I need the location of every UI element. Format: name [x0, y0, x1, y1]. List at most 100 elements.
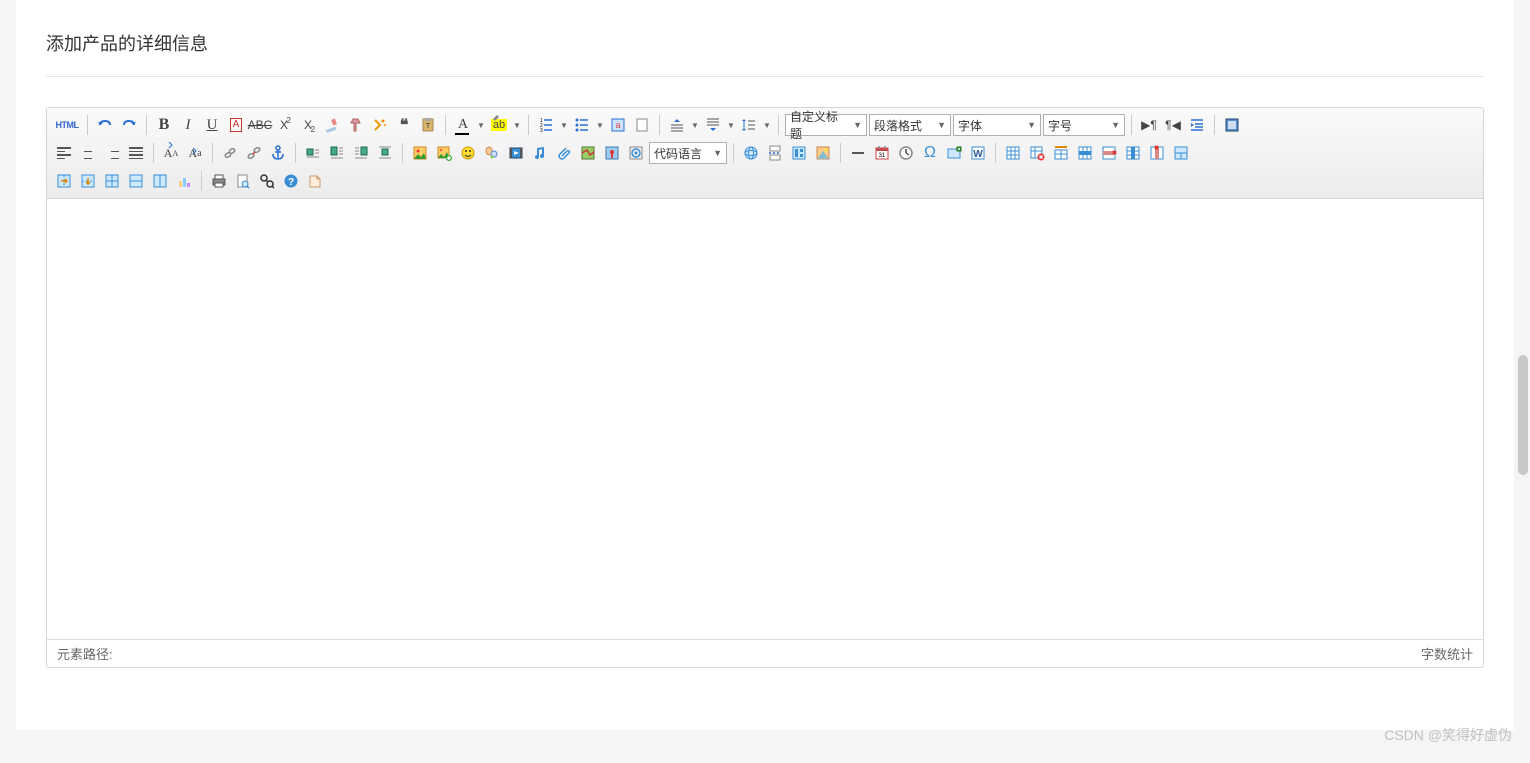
separator [778, 115, 779, 135]
scrollbar-thumb[interactable] [1518, 355, 1528, 475]
customstyle-select[interactable]: 自定义标题▼ [785, 114, 867, 136]
insertparagraphbeforetable-button[interactable] [1050, 142, 1072, 164]
underline-button[interactable]: U [201, 114, 223, 136]
print-button[interactable] [208, 170, 230, 192]
anchor-button[interactable] [267, 142, 289, 164]
simpleupload-button[interactable] [409, 142, 431, 164]
orderedlist-arrow[interactable]: ▼ [559, 121, 569, 130]
insertcol-button[interactable] [1122, 142, 1144, 164]
word-count-label[interactable]: 字数统计 [1421, 644, 1473, 663]
fontfamily-select[interactable]: 字体▼ [953, 114, 1041, 136]
fontborder-button[interactable]: A [225, 114, 247, 136]
undo-button[interactable] [94, 114, 116, 136]
unlink-button[interactable] [243, 142, 265, 164]
forecolor-arrow[interactable]: ▼ [476, 121, 486, 130]
help-button[interactable]: ? [280, 170, 302, 192]
imageleft-button[interactable] [326, 142, 348, 164]
tolowercase-button[interactable]: Aa [184, 142, 206, 164]
emotion-button[interactable] [457, 142, 479, 164]
svg-text:T: T [426, 123, 431, 130]
mergecells-button[interactable] [1170, 142, 1192, 164]
scrawl-button[interactable] [481, 142, 503, 164]
selectall-button[interactable]: a [607, 114, 629, 136]
fullscreen-button[interactable] [1221, 114, 1243, 136]
mergedown-button[interactable] [77, 170, 99, 192]
fontsize-select[interactable]: 字号▼ [1043, 114, 1125, 136]
insertorderedlist-button[interactable]: 123 [535, 114, 557, 136]
insertimage-button[interactable] [433, 142, 455, 164]
removeformat-button[interactable] [321, 114, 343, 136]
source-button[interactable]: HTML [53, 114, 81, 136]
touppercase-button[interactable]: AA [160, 142, 182, 164]
justifyjustify-button[interactable] [125, 142, 147, 164]
cleardoc-button[interactable] [631, 114, 653, 136]
bold-button[interactable]: B [153, 114, 175, 136]
drafts-button[interactable] [304, 170, 326, 192]
formatmatch-button[interactable] [345, 114, 367, 136]
preview-button[interactable] [232, 170, 254, 192]
mergeright-button[interactable] [53, 170, 75, 192]
splittocols-button[interactable] [149, 170, 171, 192]
time-button[interactable] [895, 142, 917, 164]
imagecenter-button[interactable] [374, 142, 396, 164]
lineheight-arrow[interactable]: ▼ [762, 121, 772, 130]
forecolor-button[interactable]: A [452, 114, 474, 136]
subscript-button[interactable]: X2 [297, 114, 319, 136]
webapp-button[interactable] [740, 142, 762, 164]
rowspacingbottom-button[interactable] [702, 114, 724, 136]
imageright-button[interactable] [350, 142, 372, 164]
deleterow-button[interactable] [1098, 142, 1120, 164]
rowspacingtop-arrow[interactable]: ▼ [690, 121, 700, 130]
splittocells-button[interactable] [101, 170, 123, 192]
directionalityrtl-button[interactable]: ¶◀ [1162, 114, 1184, 136]
spechars-button[interactable]: Ω [919, 142, 941, 164]
redo-button[interactable] [118, 114, 140, 136]
insertunorderedlist-button[interactable] [571, 114, 593, 136]
gmap-button[interactable] [601, 142, 623, 164]
music-button[interactable] [529, 142, 551, 164]
imagenone-button[interactable] [302, 142, 324, 164]
pagebreak-button[interactable] [764, 142, 786, 164]
italic-button[interactable]: I [177, 114, 199, 136]
editor-status-bar: 元素路径: 字数统计 [47, 639, 1483, 667]
attachment-button[interactable] [553, 142, 575, 164]
background-button[interactable] [812, 142, 834, 164]
editor-content-area[interactable] [47, 199, 1483, 639]
unorderedlist-arrow[interactable]: ▼ [595, 121, 605, 130]
separator [733, 143, 734, 163]
link-button[interactable] [219, 142, 241, 164]
splittorows-button[interactable] [125, 170, 147, 192]
deletetable-button[interactable] [1026, 142, 1048, 164]
searchreplace-button[interactable] [256, 170, 278, 192]
insertcode-select[interactable]: 代码语言▼ [649, 142, 727, 164]
snapscreen-button[interactable] [943, 142, 965, 164]
insertrow-button[interactable] [1074, 142, 1096, 164]
backcolor-button[interactable]: ab [488, 114, 510, 136]
paragraph-select[interactable]: 段落格式▼ [869, 114, 951, 136]
horizontal-button[interactable] [847, 142, 869, 164]
justifyleft-button[interactable] [53, 142, 75, 164]
inserttable-button[interactable] [1002, 142, 1024, 164]
directionalityltr-button[interactable]: ▶¶ [1138, 114, 1160, 136]
strikethrough-button[interactable]: ABC [249, 114, 271, 136]
map-button[interactable] [577, 142, 599, 164]
wordimage-button[interactable]: W [967, 142, 989, 164]
backcolor-arrow[interactable]: ▼ [512, 121, 522, 130]
autotypeset-button[interactable] [369, 114, 391, 136]
pasteplain-button[interactable]: T [417, 114, 439, 136]
blockquote-button[interactable]: ❝ [393, 114, 415, 136]
deletecol-button[interactable] [1146, 142, 1168, 164]
justifycenter-button[interactable] [77, 142, 99, 164]
element-path-label[interactable]: 元素路径: [57, 644, 113, 663]
rowspacingtop-button[interactable] [666, 114, 688, 136]
charts-button[interactable] [173, 170, 195, 192]
lineheight-button[interactable] [738, 114, 760, 136]
template-button[interactable] [788, 142, 810, 164]
superscript-button[interactable]: X2 [273, 114, 295, 136]
insertvideo-button[interactable] [505, 142, 527, 164]
date-button[interactable]: 31 [871, 142, 893, 164]
justifyright-button[interactable] [101, 142, 123, 164]
rowspacingbottom-arrow[interactable]: ▼ [726, 121, 736, 130]
insertframe-button[interactable] [625, 142, 647, 164]
indent-button[interactable] [1186, 114, 1208, 136]
